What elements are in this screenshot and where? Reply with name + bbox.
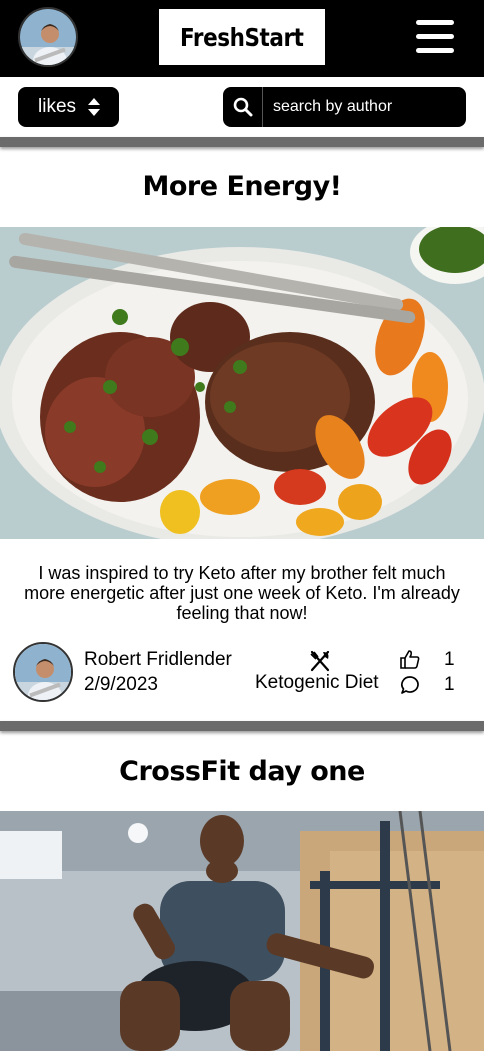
top-nav-bar: FreshStart [0,0,484,77]
section-divider [0,721,484,731]
sort-value: likes [38,96,77,117]
author-name[interactable]: Robert Fridlender [84,649,232,671]
search-input[interactable] [265,87,461,127]
comment-count: 1 [444,674,455,695]
like-count: 1 [444,649,455,670]
section-divider [0,137,484,147]
crossfit-athlete-squat-photo [0,811,484,1051]
user-avatar-icon [15,644,71,700]
hamburger-menu-icon[interactable] [416,20,454,54]
post-category[interactable]: Ketogenic Diet [255,672,379,694]
post-title[interactable]: CrossFit day one [0,756,484,787]
filter-toolbar: likes [0,77,484,137]
search-button[interactable] [223,87,263,127]
logo-text: FreshStart [180,22,304,52]
post-image[interactable] [0,811,484,1051]
post-date: 2/9/2023 [84,674,158,695]
post-title[interactable]: More Energy! [0,171,484,202]
utensils-icon [310,650,330,672]
post-image[interactable] [0,227,484,539]
post-body-text: I was inspired to try Keto after my brot… [24,563,460,623]
sort-arrows-icon [88,98,100,116]
thumbs-up-icon[interactable] [399,649,421,669]
app-logo[interactable]: FreshStart [159,9,325,65]
comment-icon[interactable] [400,675,420,695]
author-avatar[interactable] [13,642,73,702]
user-avatar-icon [20,9,76,65]
profile-avatar[interactable] [18,7,78,67]
search-bar [223,87,466,127]
sort-select[interactable]: likes [18,87,119,127]
steak-and-grilled-peppers-photo [0,227,484,539]
search-icon [233,97,252,117]
